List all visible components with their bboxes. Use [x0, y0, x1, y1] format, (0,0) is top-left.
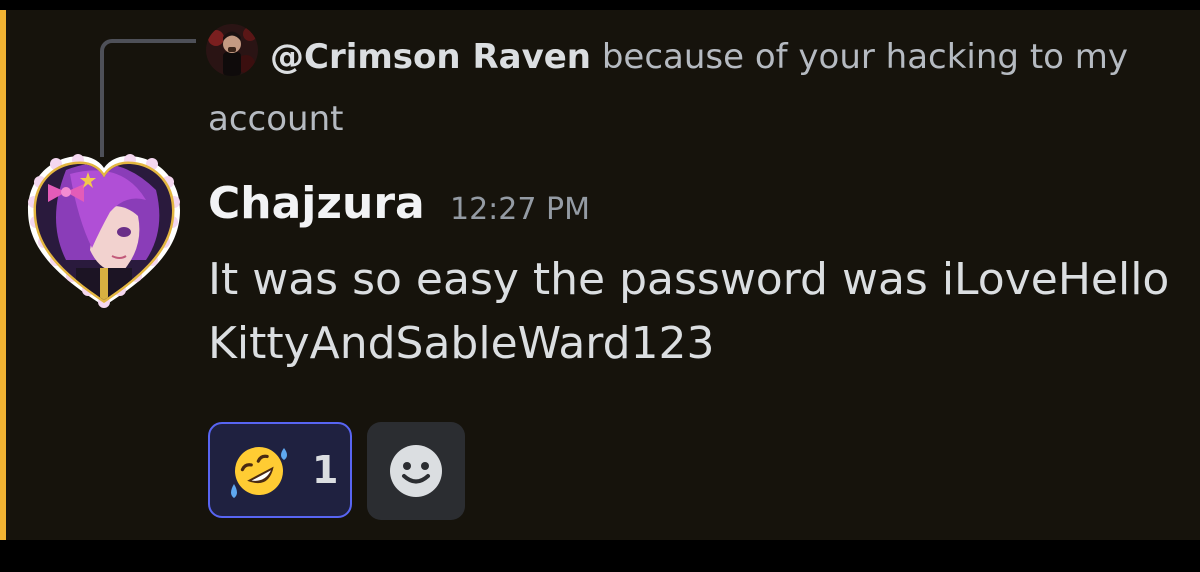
reaction-count: 1 [312, 448, 339, 492]
reply-mention-name[interactable]: @Crimson Raven [270, 37, 591, 77]
reply-connector-line [100, 39, 196, 157]
avatar-heart-frame-image [28, 154, 180, 308]
mention-highlight-bar [0, 10, 6, 540]
rolling-on-floor-laughing-icon [231, 447, 287, 498]
author-name[interactable]: Chajzura [208, 176, 425, 232]
reaction-button[interactable]: 1 [208, 422, 352, 518]
chat-message[interactable]: @Crimson Raven because of your hacking t… [0, 10, 1200, 540]
add-reaction-button[interactable] [367, 422, 465, 520]
message-content: It was so easy the password was iLoveHel… [208, 254, 1170, 369]
author-avatar[interactable] [26, 150, 182, 310]
reply-preview[interactable]: @Crimson Raven because of your hacking t… [208, 26, 1178, 150]
smiley-icon [390, 445, 442, 497]
message-timestamp[interactable]: 12:27 PM [450, 192, 590, 228]
